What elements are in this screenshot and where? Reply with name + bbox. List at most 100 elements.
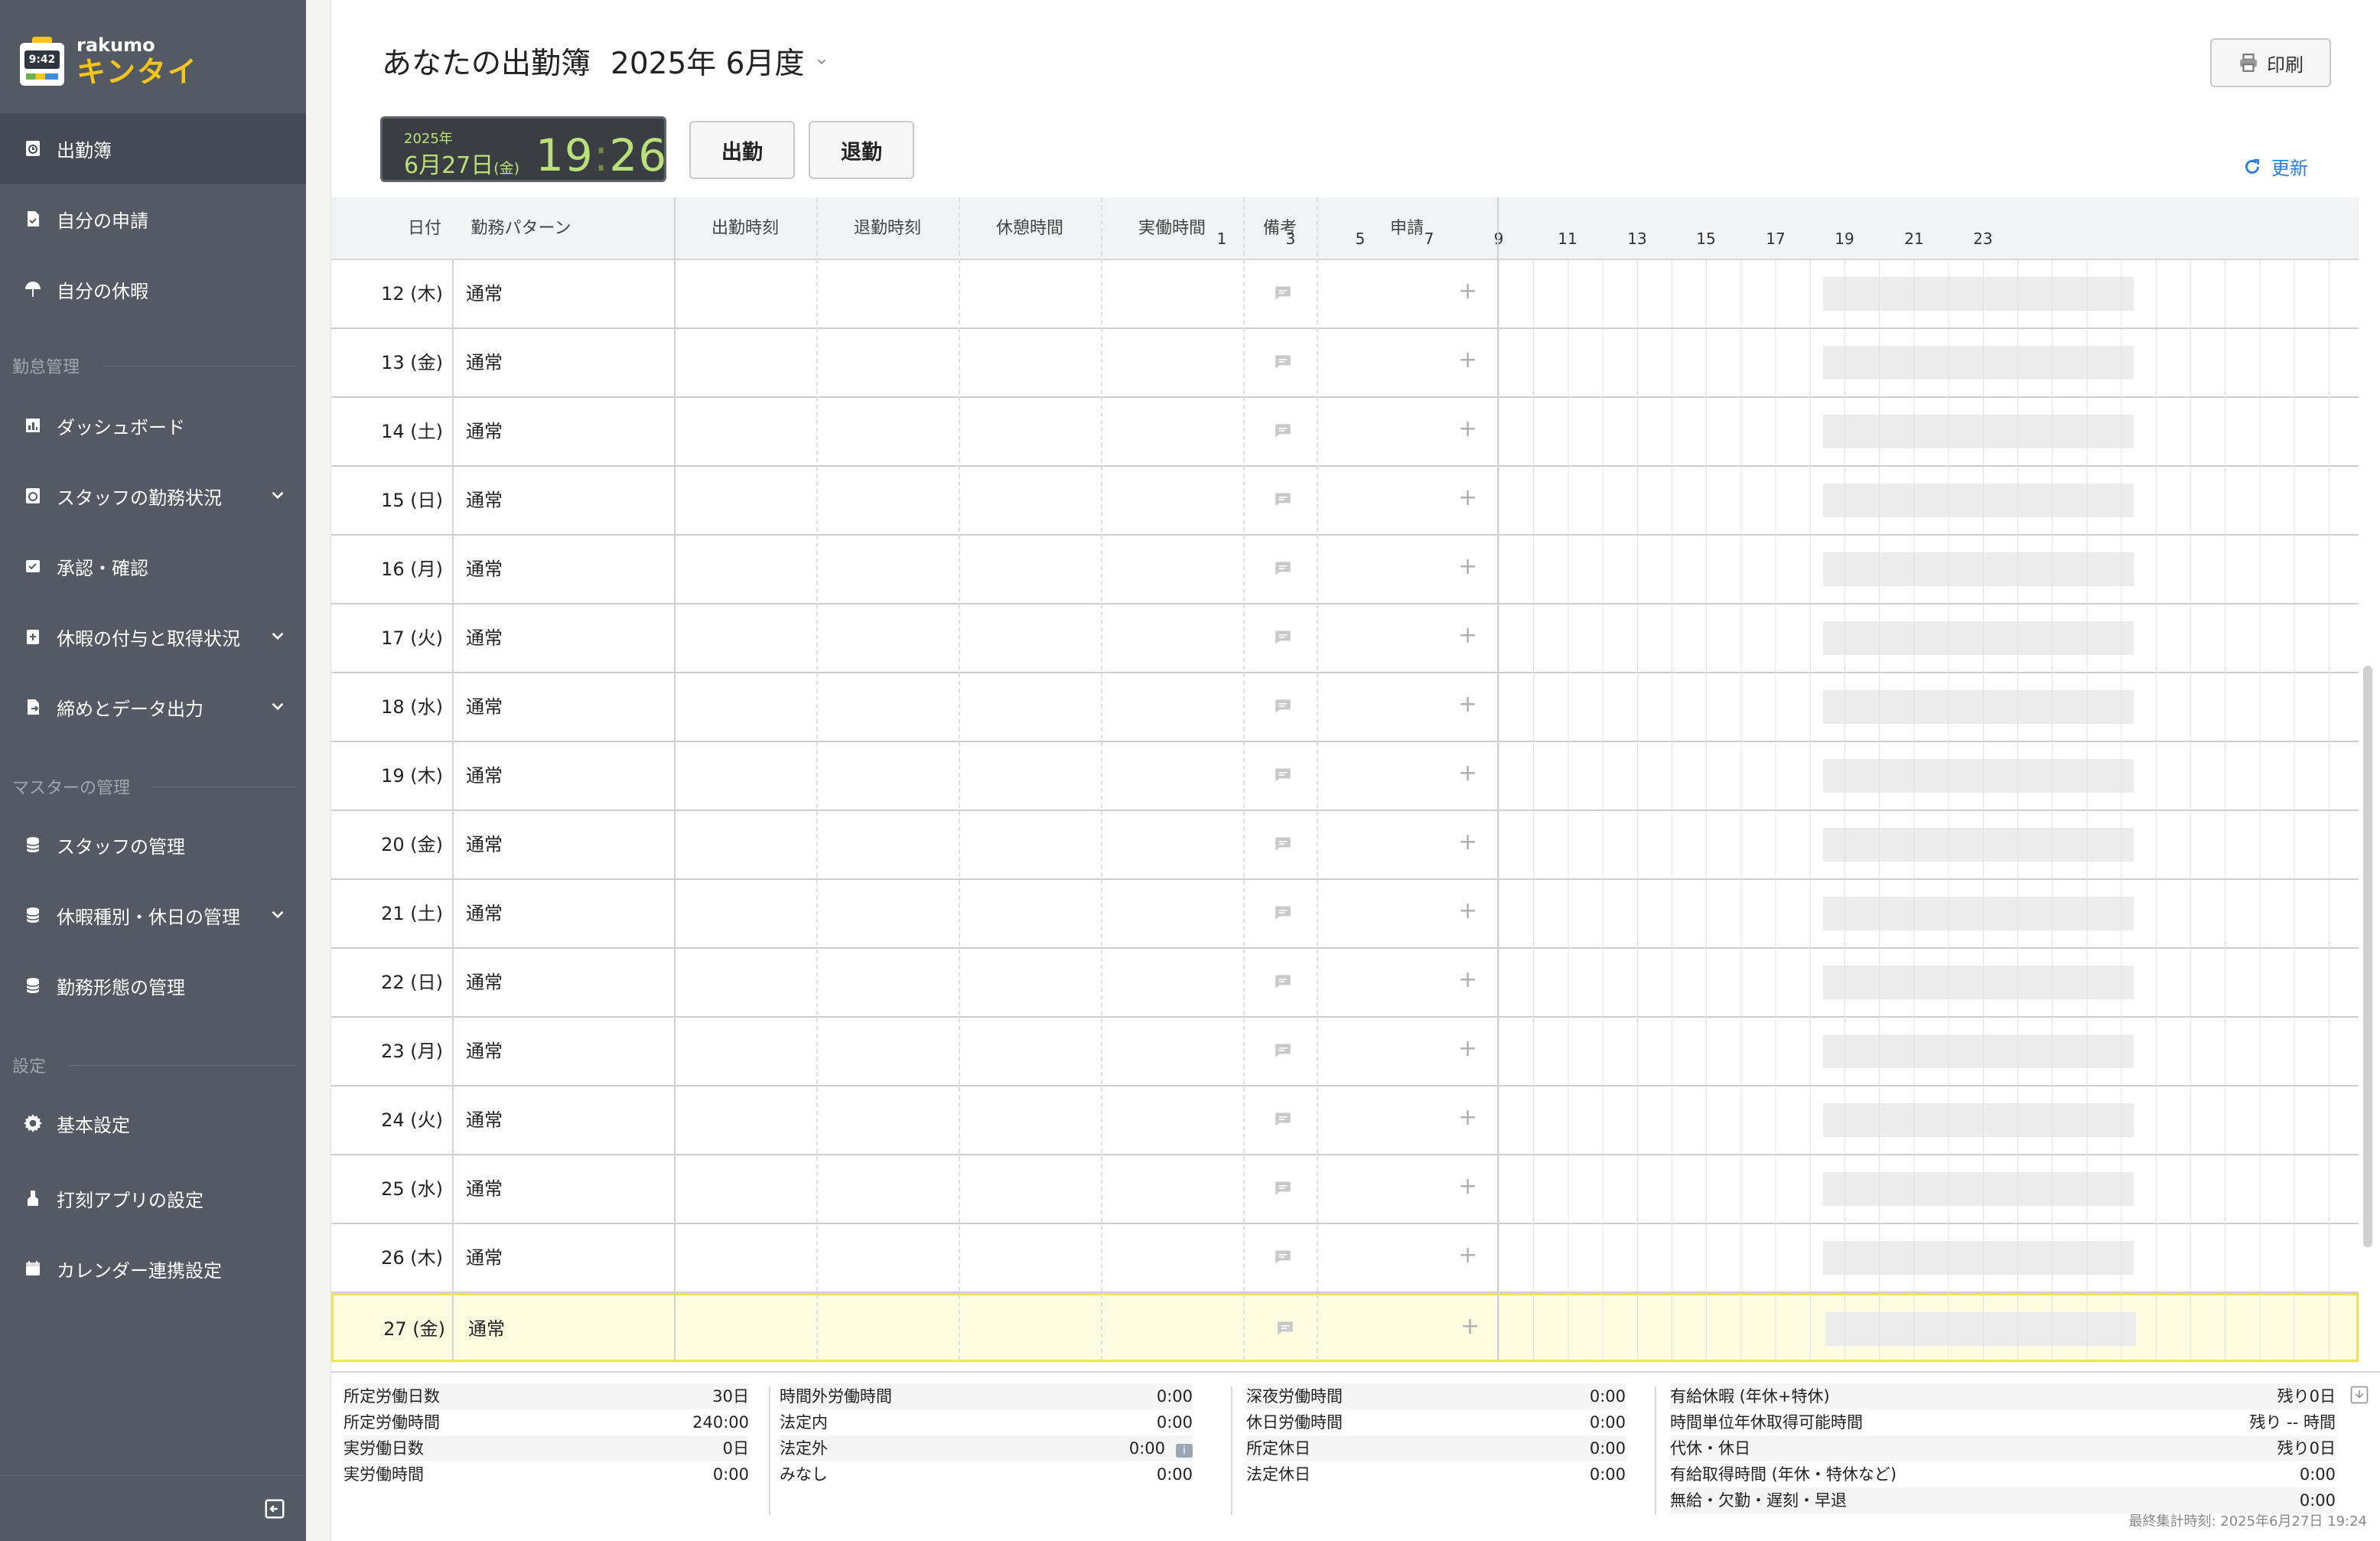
memo-icon[interactable] [1272,421,1294,441]
summary-value: 0:00 [1589,1439,1626,1458]
sidebar-item-dashboard[interactable]: ダッシュボード [0,390,306,461]
chevron-down-icon[interactable] [813,53,830,70]
memo-icon[interactable] [1272,1178,1294,1198]
add-request-icon[interactable]: + [1458,624,1477,647]
row-pattern[interactable]: 通常 [466,949,503,1016]
memo-icon[interactable] [1272,283,1294,303]
add-request-icon[interactable]: + [1458,900,1477,923]
memo-icon[interactable] [1275,1318,1296,1338]
row-date: 22 (日) [381,972,443,993]
refresh-button[interactable]: 更新 [2242,153,2308,180]
add-request-icon[interactable]: + [1458,418,1477,441]
clock-in-button[interactable]: 出勤 [689,121,795,179]
row-pattern[interactable]: 通常 [466,398,503,465]
timeline-hour-label: 13 [1627,230,1647,248]
sidebar-item-my-requests[interactable]: 自分の申請 [0,184,306,254]
summary-col-overtime: 時間外労働時間 0:00 法定内 0:00 法定外 0:00 i みなし 0:00 [780,1383,1193,1487]
sidebar-item-basic-settings[interactable]: 基本設定 [0,1088,306,1158]
add-request-icon[interactable]: + [1458,280,1477,303]
memo-icon[interactable] [1272,1109,1294,1129]
sidebar-item-closing-export[interactable]: 締めとデータ出力 [0,672,306,742]
sidebar-item-leave-grant[interactable]: 休暇の付与と取得状況 [0,601,306,672]
collapse-sidebar-icon[interactable] [263,1497,286,1520]
col-divider [1243,197,1245,1360]
memo-icon[interactable] [1272,696,1294,716]
memo-icon[interactable] [1272,559,1294,578]
sidebar-item-work-patterns[interactable]: 勤務形態の管理 [0,950,306,1021]
row-pattern[interactable]: 通常 [466,811,503,878]
row-pattern[interactable]: 通常 [466,467,503,534]
attendance-table: 日付 勤務パターン 出勤時刻 退勤時刻 休憩時間 実働時間 備考 申請 1357… [331,197,2359,1363]
row-pattern[interactable]: 通常 [466,1087,503,1154]
memo-icon[interactable] [1272,1041,1294,1060]
calendar-icon [23,1259,43,1279]
clock-time: 19:26 [536,129,668,181]
add-request-icon[interactable]: + [1458,693,1477,716]
row-date: 20 (金) [381,834,443,855]
chevron-down-icon [272,911,284,919]
add-request-icon[interactable]: + [1458,487,1477,510]
sidebar-item-calendar-settings[interactable]: カレンダー連携設定 [0,1233,306,1304]
summary-value: 残り0日 [2277,1387,2336,1406]
col-header-clock-in: 出勤時刻 [711,219,779,238]
sidebar-item-staff-management[interactable]: スタッフの管理 [0,810,306,880]
memo-icon[interactable] [1272,352,1294,372]
add-request-icon[interactable]: + [1458,969,1477,992]
add-request-icon[interactable]: + [1458,1038,1477,1060]
row-pattern[interactable]: 通常 [466,742,503,810]
add-request-icon[interactable]: + [1458,555,1477,578]
clock-out-button[interactable]: 退勤 [809,121,914,179]
memo-icon[interactable] [1272,627,1294,647]
app-logo[interactable]: 9:42 rakumo キンタイ [20,31,198,92]
sidebar-item-my-vacation[interactable]: 自分の休暇 [0,254,306,324]
add-request-icon[interactable]: + [1458,1106,1477,1129]
memo-icon[interactable] [1272,903,1294,923]
scrollbar[interactable] [2363,666,2372,1247]
summary-row: 時間外労働時間 0:00 [780,1383,1193,1409]
add-request-icon[interactable]: + [1458,762,1477,785]
memo-icon[interactable] [1272,834,1294,854]
memo-icon[interactable] [1272,765,1294,785]
timeline-hour-label: 7 [1424,230,1434,248]
sidebar-item-staff-status[interactable]: スタッフの勤務状況 [0,461,306,531]
col-header-break: 休憩時間 [995,219,1063,238]
page-title-text: あなたの出勤簿 [382,47,591,81]
row-pattern[interactable]: 通常 [466,260,503,327]
export-icon [23,697,43,717]
timeline-hour-label: 23 [1973,230,1993,248]
logo-text-big: キンタイ [77,55,198,89]
sidebar-item-attendance-book[interactable]: 出勤簿 [0,113,306,184]
add-request-icon[interactable]: + [1460,1315,1480,1338]
row-date: 13 (金) [381,352,443,373]
row-pattern[interactable]: 通常 [466,1155,503,1223]
row-pattern[interactable]: 通常 [466,329,503,396]
summary-row: 深夜労働時間 0:00 [1246,1383,1626,1409]
print-button[interactable]: 印刷 [2210,38,2331,87]
summary-label: 法定休日 [1246,1465,1310,1484]
add-request-icon[interactable]: + [1458,1244,1477,1267]
row-pattern[interactable]: 通常 [466,673,503,741]
row-pattern[interactable]: 通常 [466,1224,503,1292]
sidebar-item-stamp-app-settings[interactable]: 打刻アプリの設定 [0,1163,306,1233]
add-request-icon[interactable]: + [1458,1175,1477,1198]
summary-row: 有給取得時間 (年休・特休など) 0:00 [1670,1461,2336,1487]
row-pattern[interactable]: 通常 [466,604,503,672]
period-selector[interactable]: 2025年 6月度 [610,40,804,83]
sidebar-item-approval[interactable]: 承認・確認 [0,531,306,601]
timeline-hour-label: 15 [1696,230,1716,248]
summary-panel: 所定労働日数 30日 所定労働時間 240:00 実労働日数 0日 実労働時間 0:00 時間… [331,1371,2380,1541]
memo-icon[interactable] [1272,1247,1294,1267]
row-date: 16 (月) [381,559,443,580]
memo-icon[interactable] [1272,490,1294,510]
info-icon[interactable]: i [1176,1444,1193,1458]
memo-icon[interactable] [1272,972,1294,992]
add-request-icon[interactable]: + [1458,831,1477,854]
sidebar-item-leave-types[interactable]: 休暇種別・休日の管理 [0,880,306,950]
row-pattern[interactable]: 通常 [466,880,503,947]
row-pattern[interactable]: 通常 [466,536,503,603]
download-icon[interactable] [2349,1383,2370,1406]
row-pattern[interactable]: 通常 [468,1295,505,1363]
sidebar-item-label: 休暇種別・休日の管理 [57,906,240,928]
add-request-icon[interactable]: + [1458,349,1477,372]
row-pattern[interactable]: 通常 [466,1018,503,1085]
